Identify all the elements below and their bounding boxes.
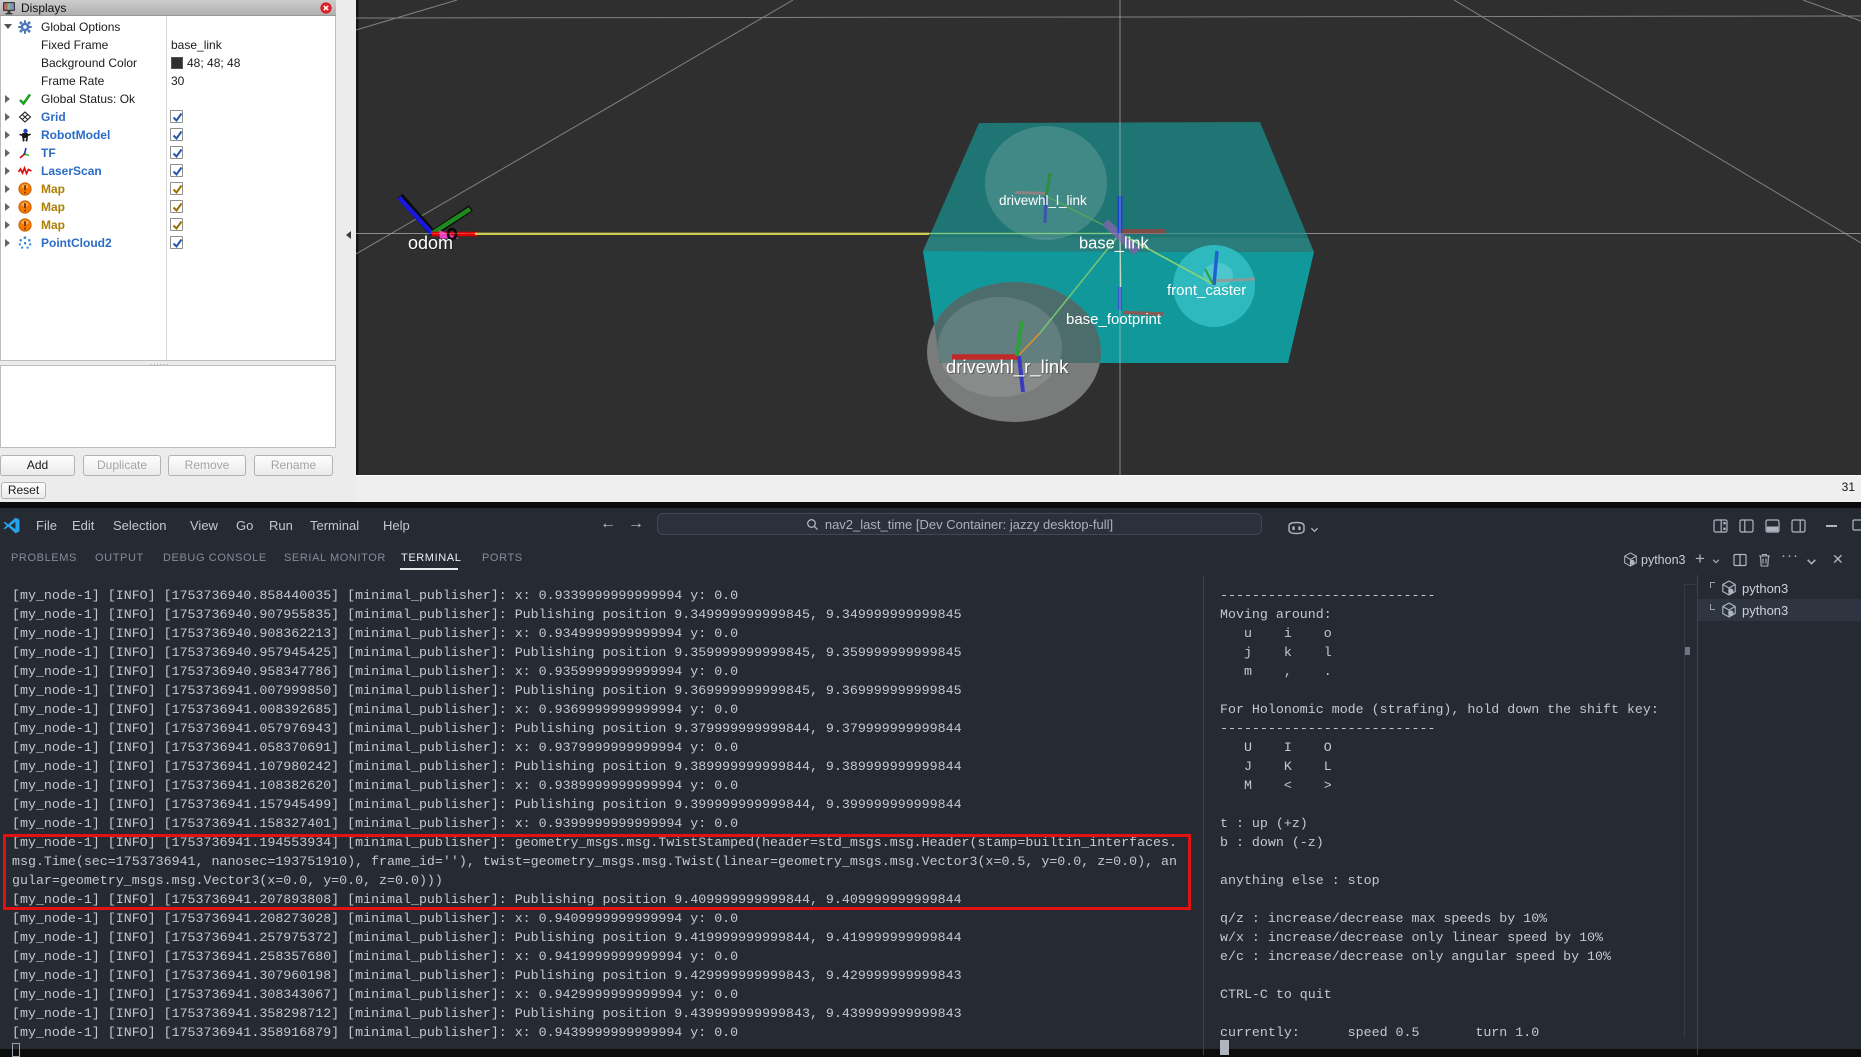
svg-text:drivewhl_l_link: drivewhl_l_link [999,193,1087,208]
svg-text:base_link: base_link [1079,235,1149,253]
svg-text:drivewhl_r_link: drivewhl_r_link [946,356,1069,378]
svg-text:odom: odom [408,233,453,253]
svg-text:base_footprint: base_footprint [1066,311,1162,328]
svg-text:front_caster: front_caster [1167,282,1246,299]
